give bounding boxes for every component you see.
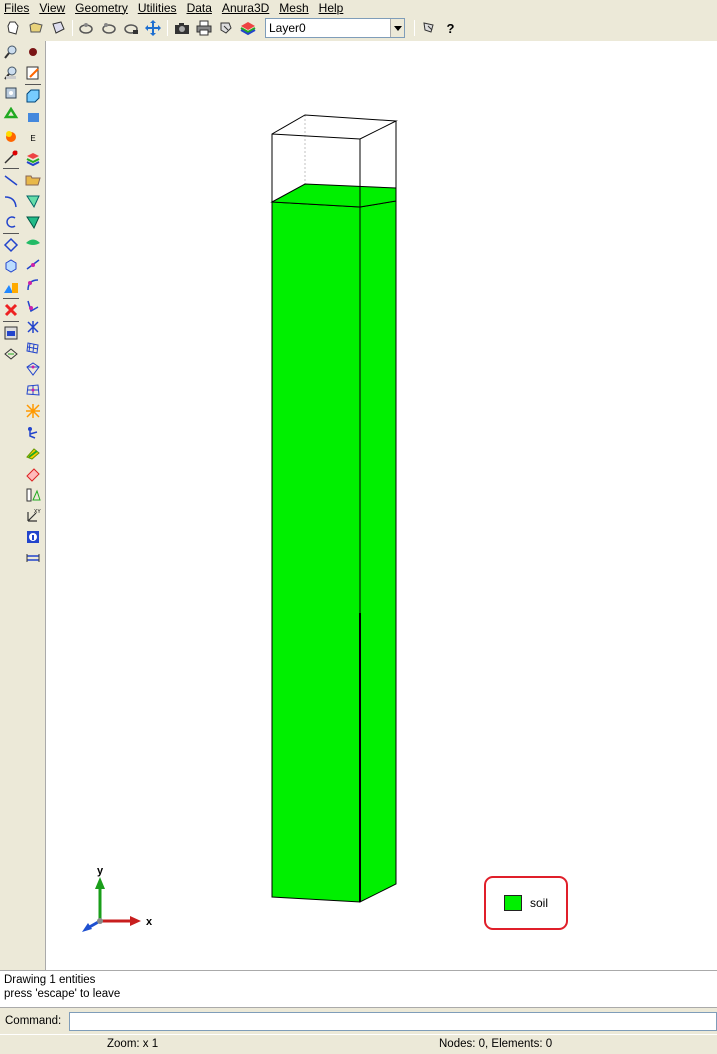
left-toolbar-column-1 xyxy=(0,41,22,365)
toolbar-separator xyxy=(167,20,168,36)
open-icon[interactable] xyxy=(25,18,46,38)
soil-column-right-face xyxy=(359,200,397,903)
status-panel: Drawing 1 entities press 'escape' to lea… xyxy=(0,970,717,1008)
stack-layers-icon[interactable] xyxy=(23,149,43,169)
measure-icon[interactable] xyxy=(23,485,43,505)
app-window: Files View Geometry Utilities Data Anura… xyxy=(0,0,717,1054)
command-label: Command: xyxy=(5,1015,62,1027)
create-surface-icon[interactable] xyxy=(1,235,21,255)
question-icon[interactable]: ? xyxy=(440,18,461,38)
legend-swatch xyxy=(504,895,522,911)
status-line-1: Drawing 1 entities xyxy=(4,974,96,986)
layer-dropdown-value: Layer0 xyxy=(269,21,306,35)
rotate-icon[interactable] xyxy=(98,18,119,38)
chevron-down-icon[interactable] xyxy=(390,19,404,37)
toolbar-separator xyxy=(3,321,19,322)
new-icon[interactable] xyxy=(3,18,24,38)
create-arc-icon[interactable] xyxy=(1,191,21,211)
model-canvas: y x xyxy=(82,114,398,932)
create-volume-icon[interactable] xyxy=(1,256,21,276)
recycle-icon[interactable] xyxy=(1,105,21,125)
camera-icon[interactable] xyxy=(171,18,192,38)
generate-mesh-icon[interactable] xyxy=(23,443,43,463)
local-axes-icon[interactable]: XY xyxy=(23,506,43,526)
status-line-2: press 'escape' to leave xyxy=(4,988,121,1000)
material-legend: soil xyxy=(484,876,568,930)
create-point-icon[interactable] xyxy=(1,147,21,167)
toolbar-separator xyxy=(414,20,415,36)
list-entities-icon[interactable] xyxy=(1,323,21,343)
edit-labels-icon[interactable]: E xyxy=(23,128,43,148)
toolbar-separator xyxy=(72,20,73,36)
delete-icon[interactable] xyxy=(1,300,21,320)
menu-help[interactable]: Help xyxy=(319,1,344,15)
menu-anura3d[interactable]: Anura3D xyxy=(222,1,269,15)
hexahedra-icon[interactable] xyxy=(23,422,43,442)
dimension-icon[interactable] xyxy=(23,548,43,568)
zoom-window-icon[interactable] xyxy=(1,84,21,104)
info-icon[interactable] xyxy=(23,527,43,547)
eraser-icon[interactable] xyxy=(23,464,43,484)
menu-view[interactable]: View xyxy=(39,1,65,15)
zoom-readout: Zoom: x 1 xyxy=(107,1038,159,1050)
distance-icon[interactable] xyxy=(1,344,21,364)
structured-mesh-icon[interactable] xyxy=(23,338,43,358)
menu-files[interactable]: Files xyxy=(4,1,29,15)
status-bar: Zoom: x 1 Nodes: 0, Elements: 0 xyxy=(0,1034,717,1054)
mesh-points-icon[interactable] xyxy=(23,317,43,337)
axis-x-label: x xyxy=(146,916,153,928)
axis-gizmo: y x xyxy=(82,865,153,932)
mesh-arc-icon[interactable] xyxy=(23,275,43,295)
collapse-icon[interactable] xyxy=(23,86,43,106)
svg-text:XY: XY xyxy=(34,509,41,515)
zoom-frame-icon[interactable] xyxy=(76,18,97,38)
create-line-icon[interactable] xyxy=(1,170,21,190)
record-icon[interactable] xyxy=(23,42,43,62)
mesh-curve-icon[interactable] xyxy=(23,296,43,316)
layer-dropdown[interactable]: Layer0 xyxy=(265,18,405,38)
geometry-objects-icon[interactable] xyxy=(1,277,21,297)
toolbar-separator xyxy=(3,168,19,169)
mesh-line-icon[interactable] xyxy=(23,254,43,274)
menu-geometry[interactable]: Geometry xyxy=(75,1,128,15)
pointer-help-icon[interactable] xyxy=(418,18,439,38)
soil-column-front-face xyxy=(271,201,361,903)
menu-bar: Files View Geometry Utilities Data Anura… xyxy=(0,0,717,15)
main-toolbar: Layer0 ? xyxy=(0,15,717,41)
left-toolbar: E XY xyxy=(0,41,45,971)
zoom-in-icon[interactable] xyxy=(1,42,21,62)
toolbar-separator xyxy=(25,84,41,85)
menu-data[interactable]: Data xyxy=(187,1,212,15)
print-icon[interactable] xyxy=(193,18,214,38)
soil-column-top-face xyxy=(270,183,397,208)
command-bar: Command: xyxy=(0,1008,717,1034)
pan-icon[interactable] xyxy=(120,18,141,38)
left-toolbar-column-2: E XY xyxy=(22,41,44,569)
render-icon[interactable] xyxy=(1,126,21,146)
axis-y-label: y xyxy=(97,865,104,877)
semi-structured-icon[interactable] xyxy=(23,359,43,379)
save-icon[interactable] xyxy=(47,18,68,38)
unstructured-icon[interactable] xyxy=(23,401,43,421)
folder-icon[interactable] xyxy=(23,170,43,190)
graphics-viewport[interactable]: y x soil xyxy=(45,41,717,970)
move-icon[interactable] xyxy=(142,18,163,38)
legend-label: soil xyxy=(530,896,549,910)
assign-loads-icon[interactable] xyxy=(23,233,43,253)
edit-icon[interactable] xyxy=(23,63,43,83)
assign-materials-icon[interactable] xyxy=(23,212,43,232)
menu-utilities[interactable]: Utilities xyxy=(138,1,177,15)
zoom-out-icon[interactable] xyxy=(1,63,21,83)
command-input[interactable] xyxy=(69,1011,717,1031)
layers-icon[interactable] xyxy=(237,18,258,38)
surface-mesh-icon[interactable] xyxy=(23,107,43,127)
layer-manager-icon[interactable] xyxy=(215,18,236,38)
mesh-info-readout: Nodes: 0, Elements: 0 xyxy=(439,1038,553,1050)
menu-mesh[interactable]: Mesh xyxy=(279,1,308,15)
create-nurbs-icon[interactable] xyxy=(1,212,21,232)
toolbar-separator xyxy=(3,298,19,299)
assign-conditions-icon[interactable] xyxy=(23,191,43,211)
quad-mesh-icon[interactable] xyxy=(23,380,43,400)
toolbar-separator xyxy=(3,233,19,234)
